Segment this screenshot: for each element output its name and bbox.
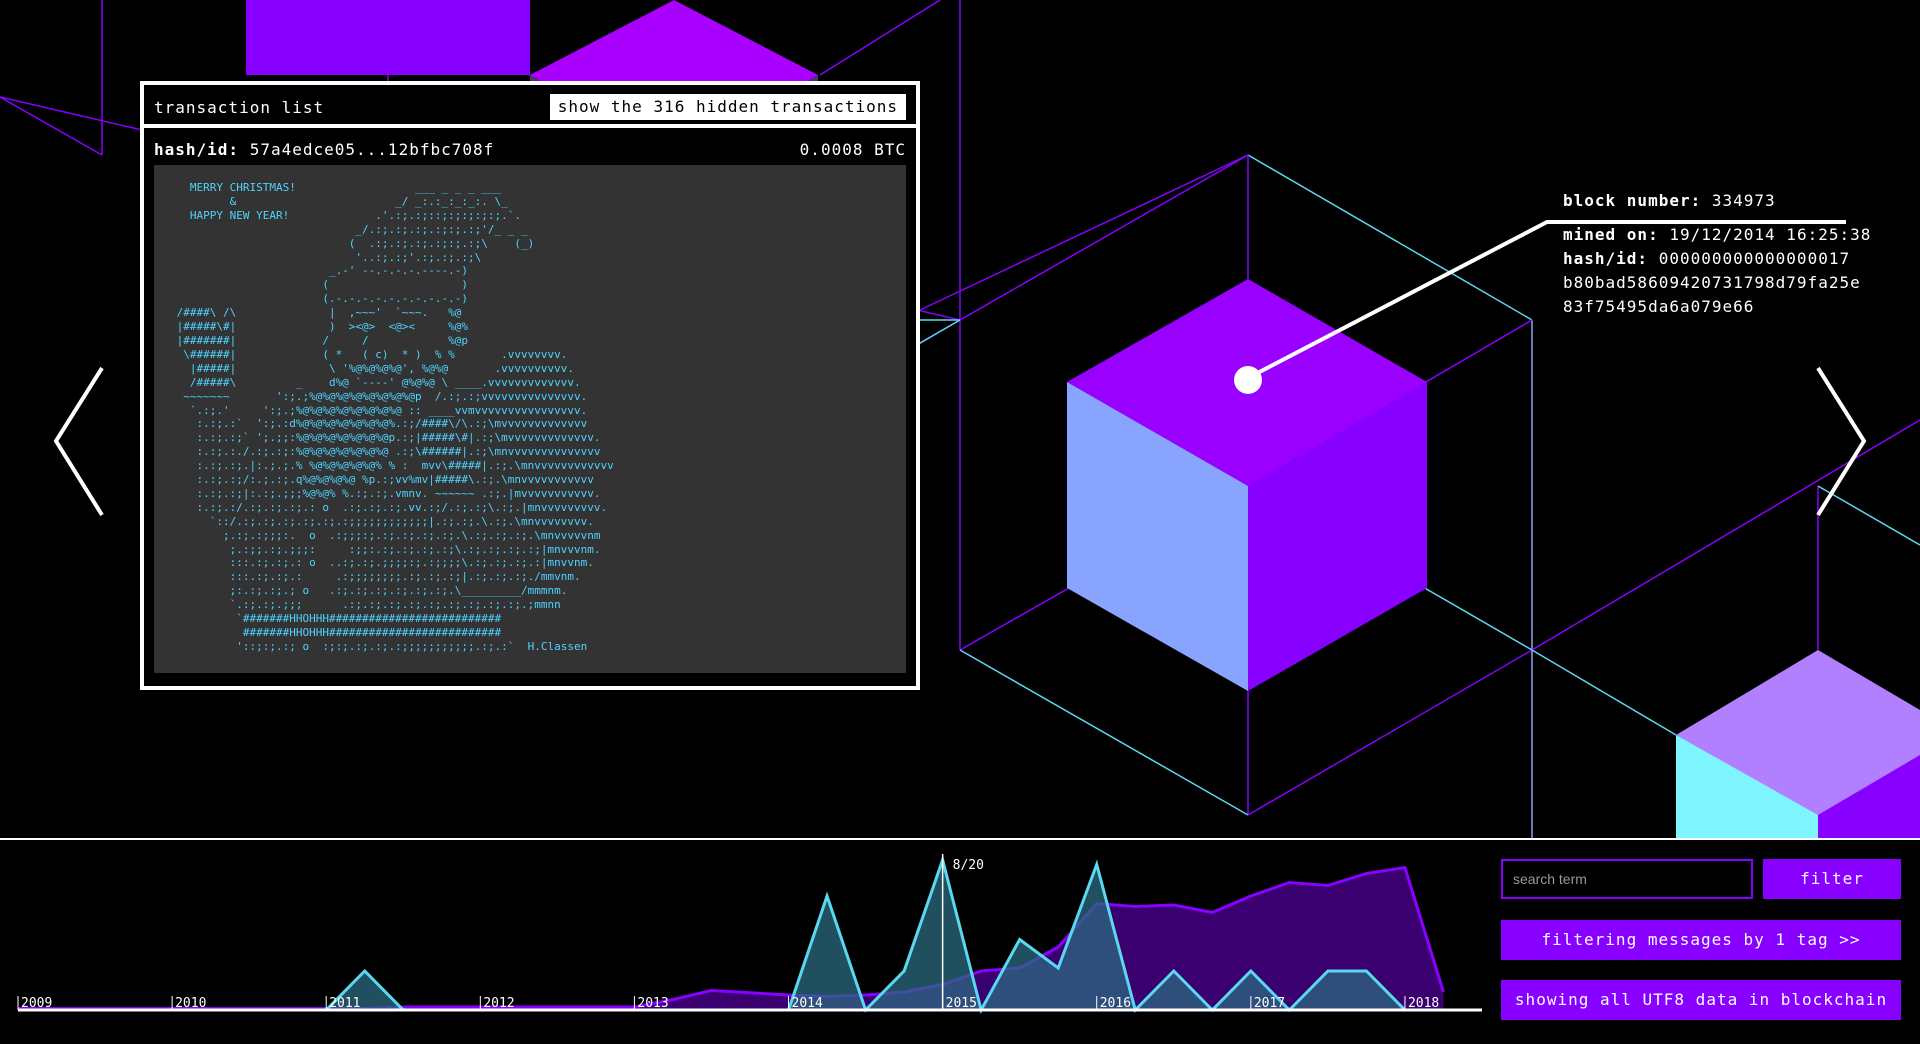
panel-title: transaction list bbox=[154, 98, 324, 117]
chevron-right-icon[interactable] bbox=[1810, 364, 1870, 519]
series-0-area bbox=[18, 868, 1443, 1011]
show-hidden-transactions-button[interactable]: show the 316 hidden transactions bbox=[550, 94, 906, 120]
transaction-row[interactable]: hash/id: 57a4edce05...12bfbc708f 0.0008 … bbox=[154, 140, 906, 159]
x-tick-label: 2016 bbox=[1100, 996, 1131, 1011]
tx-hash-value: 57a4edce05...12bfbc708f bbox=[250, 140, 495, 159]
timeline-bar: 2009 2010 2011 2012 2013 2014 2015 2016 2017 2018… bbox=[0, 838, 1920, 1044]
cube-corner bbox=[1676, 650, 1920, 838]
panel-header: transaction list show the 316 hidden tra… bbox=[144, 85, 916, 128]
chevron-left-icon[interactable] bbox=[50, 364, 110, 519]
block-hash-line2: b80bad58609420731798d79fa25e bbox=[1563, 271, 1871, 295]
ascii-art: MERRY CHRISTMAS! ___ _ _ _ ___ & _/ _:.:… bbox=[154, 165, 906, 654]
block-hash-label: hash/id: bbox=[1563, 249, 1648, 268]
mined-on-label: mined on: bbox=[1563, 225, 1659, 244]
x-tick-label: 2009 bbox=[21, 996, 52, 1011]
block-hash-line3: 83f75495da6a079e66 bbox=[1563, 295, 1871, 319]
block-hash-line1: 000000000000000017 bbox=[1659, 249, 1850, 268]
time-cursor-label: 8/20 bbox=[953, 858, 984, 873]
x-tick-label: 2018 bbox=[1408, 996, 1439, 1011]
utf8-data-button[interactable]: showing all UTF8 data in blockchain bbox=[1501, 980, 1901, 1020]
timeline-chart[interactable]: 2009 2010 2011 2012 2013 2014 2015 2016 2017 2018… bbox=[0, 840, 1490, 1044]
x-tick-label: 2011 bbox=[329, 996, 360, 1011]
x-tick-label: 2015 bbox=[946, 996, 977, 1011]
x-tick-label: 2014 bbox=[792, 996, 823, 1011]
tx-hash-label: hash/id: bbox=[154, 140, 239, 159]
filter-button[interactable]: filter bbox=[1763, 859, 1901, 899]
block-number-value: 334973 bbox=[1712, 191, 1776, 210]
transaction-list-panel: transaction list show the 316 hidden tra… bbox=[140, 81, 920, 690]
mined-on-value: 19/12/2014 16:25:38 bbox=[1669, 225, 1871, 244]
cube-top-left bbox=[246, 0, 530, 75]
block-marker[interactable] bbox=[1234, 366, 1262, 394]
cube-main bbox=[1067, 279, 1427, 691]
block-info: block number: 334973 mined on: 19/12/201… bbox=[1563, 189, 1871, 319]
search-input[interactable] bbox=[1501, 859, 1753, 899]
block-number-label: block number: bbox=[1563, 191, 1701, 210]
x-tick-label: 2012 bbox=[483, 996, 514, 1011]
x-tick-label: 2010 bbox=[175, 996, 206, 1011]
x-tick-label: 2013 bbox=[637, 996, 668, 1011]
tag-filter-button[interactable]: filtering messages by 1 tag >> bbox=[1501, 920, 1901, 960]
tx-amount: 0.0008 BTC bbox=[800, 140, 906, 159]
transaction-message: MERRY CHRISTMAS! ___ _ _ _ ___ & _/ _:.:… bbox=[154, 165, 906, 673]
x-tick-label: 2017 bbox=[1254, 996, 1285, 1011]
